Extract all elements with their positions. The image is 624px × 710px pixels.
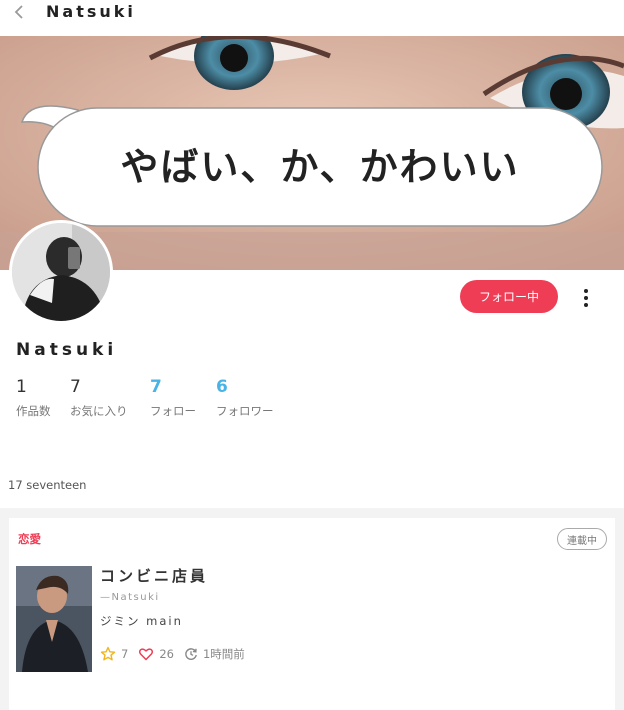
star-count: 7 <box>100 646 128 662</box>
stat-favorites-label: お気に入り <box>70 404 128 418</box>
stat-favorites: 7 お気に入り <box>70 376 128 419</box>
page-title: Natsuki <box>46 2 136 21</box>
story-card[interactable]: 恋愛 連載中 コンビニ店員 —Natsuki ジミン main 7 26 1時間… <box>9 518 615 710</box>
updated-time: 1時間前 <box>184 646 245 662</box>
following-button[interactable]: フォロー中 <box>460 280 558 313</box>
story-author: —Natsuki <box>100 592 160 603</box>
stat-following-label: フォロー <box>150 404 196 418</box>
top-bar: Natsuki <box>0 0 624 34</box>
stat-following[interactable]: 7 フォロー <box>150 376 196 419</box>
avatar[interactable] <box>9 220 113 324</box>
heart-count: 26 <box>138 646 174 662</box>
status-badge: 連載中 <box>557 528 607 550</box>
star-icon <box>100 646 116 661</box>
genre-label: 恋愛 <box>18 532 41 546</box>
profile-name: Natsuki <box>16 340 118 360</box>
stat-favorites-value: 7 <box>70 377 81 397</box>
stat-works-label: 作品数 <box>16 404 51 418</box>
stat-following-value: 7 <box>150 377 162 397</box>
profile-bio: 17 seventeen <box>8 478 87 492</box>
story-title: コンビニ店員 <box>100 567 209 585</box>
story-description: ジミン main <box>100 614 183 628</box>
heart-icon <box>139 648 154 661</box>
chevron-left-icon <box>14 5 23 19</box>
stat-followers-value: 6 <box>216 377 228 397</box>
stat-works: 1 作品数 <box>16 376 51 419</box>
story-meta: 7 26 1時間前 <box>100 646 255 662</box>
story-thumbnail <box>16 566 92 672</box>
speech-text: やばい、か、かわいい <box>120 145 520 189</box>
stat-followers[interactable]: 6 フォロワー <box>216 376 274 419</box>
more-vertical-icon <box>584 289 588 293</box>
stat-works-value: 1 <box>16 377 27 397</box>
clock-refresh-icon <box>185 648 197 660</box>
heart-count-value: 26 <box>159 647 174 661</box>
more-options-button[interactable] <box>576 286 596 310</box>
star-count-value: 7 <box>121 647 129 661</box>
updated-time-value: 1時間前 <box>202 647 245 661</box>
stat-followers-label: フォロワー <box>216 404 274 418</box>
back-button[interactable] <box>8 0 30 24</box>
